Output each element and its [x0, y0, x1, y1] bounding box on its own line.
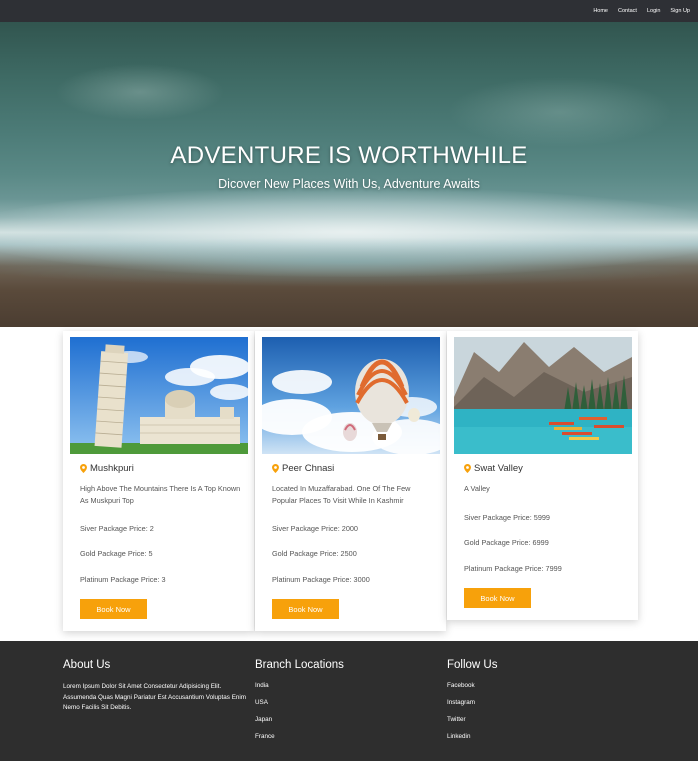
branch-link-india[interactable]: India — [255, 682, 269, 689]
card-location: Swat Valley — [464, 463, 523, 474]
branch-link-usa[interactable]: USA — [255, 699, 268, 706]
card-image-leaning-tower — [70, 337, 248, 454]
map-pin-icon — [80, 464, 87, 473]
nav-contact-link[interactable]: Contact — [618, 8, 637, 14]
book-now-button[interactable]: Book Now — [272, 599, 339, 619]
book-now-button[interactable]: Book Now — [464, 588, 531, 608]
branch-link-france[interactable]: France — [255, 733, 275, 740]
about-us-heading: About Us — [63, 659, 111, 671]
gold-package-price: Gold Package Price: 6999 — [464, 538, 549, 547]
silver-package-price: Siver Package Price: 5999 — [464, 513, 550, 522]
package-card-peer-chnasi: Peer Chnasi Located In Muzaffarabad. One… — [255, 331, 446, 631]
site-footer: About Us Lorem Ipsum Dolor Sit Amet Cons… — [0, 641, 698, 761]
card-description: Located In Muzaffarabad. One Of The Few … — [272, 484, 411, 505]
social-link-linkedin[interactable]: Linkedin — [447, 733, 470, 740]
card-location-name: Peer Chnasi — [282, 463, 335, 474]
top-navbar: Home Contact Login Sign Up — [0, 0, 698, 22]
platinum-package-price: Platinum Package Price: 3 — [80, 575, 166, 584]
map-pin-icon — [464, 464, 471, 473]
book-now-button[interactable]: Book Now — [80, 599, 147, 619]
card-image-mountain-lake — [454, 337, 632, 454]
card-location: Peer Chnasi — [272, 463, 334, 474]
package-card-mushkpuri: Mushkpuri High Above The Mountains There… — [63, 331, 254, 631]
branch-locations-heading: Branch Locations — [255, 659, 344, 671]
platinum-package-price: Platinum Package Price: 3000 — [272, 575, 370, 584]
silver-package-price: Siver Package Price: 2 — [80, 524, 154, 533]
branch-link-japan[interactable]: Japan — [255, 716, 272, 723]
about-us-text: Lorem Ipsum Dolor Sit Amet Consectetur A… — [63, 683, 247, 711]
gold-package-price: Gold Package Price: 2500 — [272, 549, 357, 558]
hero-title: ADVENTURE IS WORTHWHILE — [170, 142, 528, 169]
social-link-instagram[interactable]: Instagram — [447, 699, 475, 706]
follow-us-heading: Follow Us — [447, 659, 498, 671]
package-card-swat-valley: Swat Valley A Valley Siver Package Price… — [447, 331, 638, 620]
card-location-name: Mushkpuri — [90, 463, 134, 474]
silver-package-price: Siver Package Price: 2000 — [272, 524, 358, 533]
map-pin-icon — [272, 464, 279, 473]
nav-login-link[interactable]: Login — [647, 8, 660, 14]
nav-home-link[interactable]: Home — [593, 8, 608, 14]
platinum-package-price: Platinum Package Price: 7999 — [464, 564, 562, 573]
hero-wave-water — [0, 237, 698, 287]
social-link-facebook[interactable]: Facebook — [447, 682, 475, 689]
card-location-name: Swat Valley — [474, 463, 523, 474]
card-description: A Valley — [464, 484, 490, 493]
card-location: Mushkpuri — [80, 463, 134, 474]
social-link-twitter[interactable]: Twitter — [447, 716, 466, 723]
nav-signup-link[interactable]: Sign Up — [670, 8, 690, 14]
hero-subtitle: Dicover New Places With Us, Adventure Aw… — [218, 177, 480, 191]
card-description: High Above The Mountains There Is A Top … — [80, 484, 241, 505]
hero-banner: ADVENTURE IS WORTHWHILE Dicover New Plac… — [0, 22, 698, 327]
gold-package-price: Gold Package Price: 5 — [80, 549, 153, 558]
card-image-hot-air-balloons — [262, 337, 440, 454]
